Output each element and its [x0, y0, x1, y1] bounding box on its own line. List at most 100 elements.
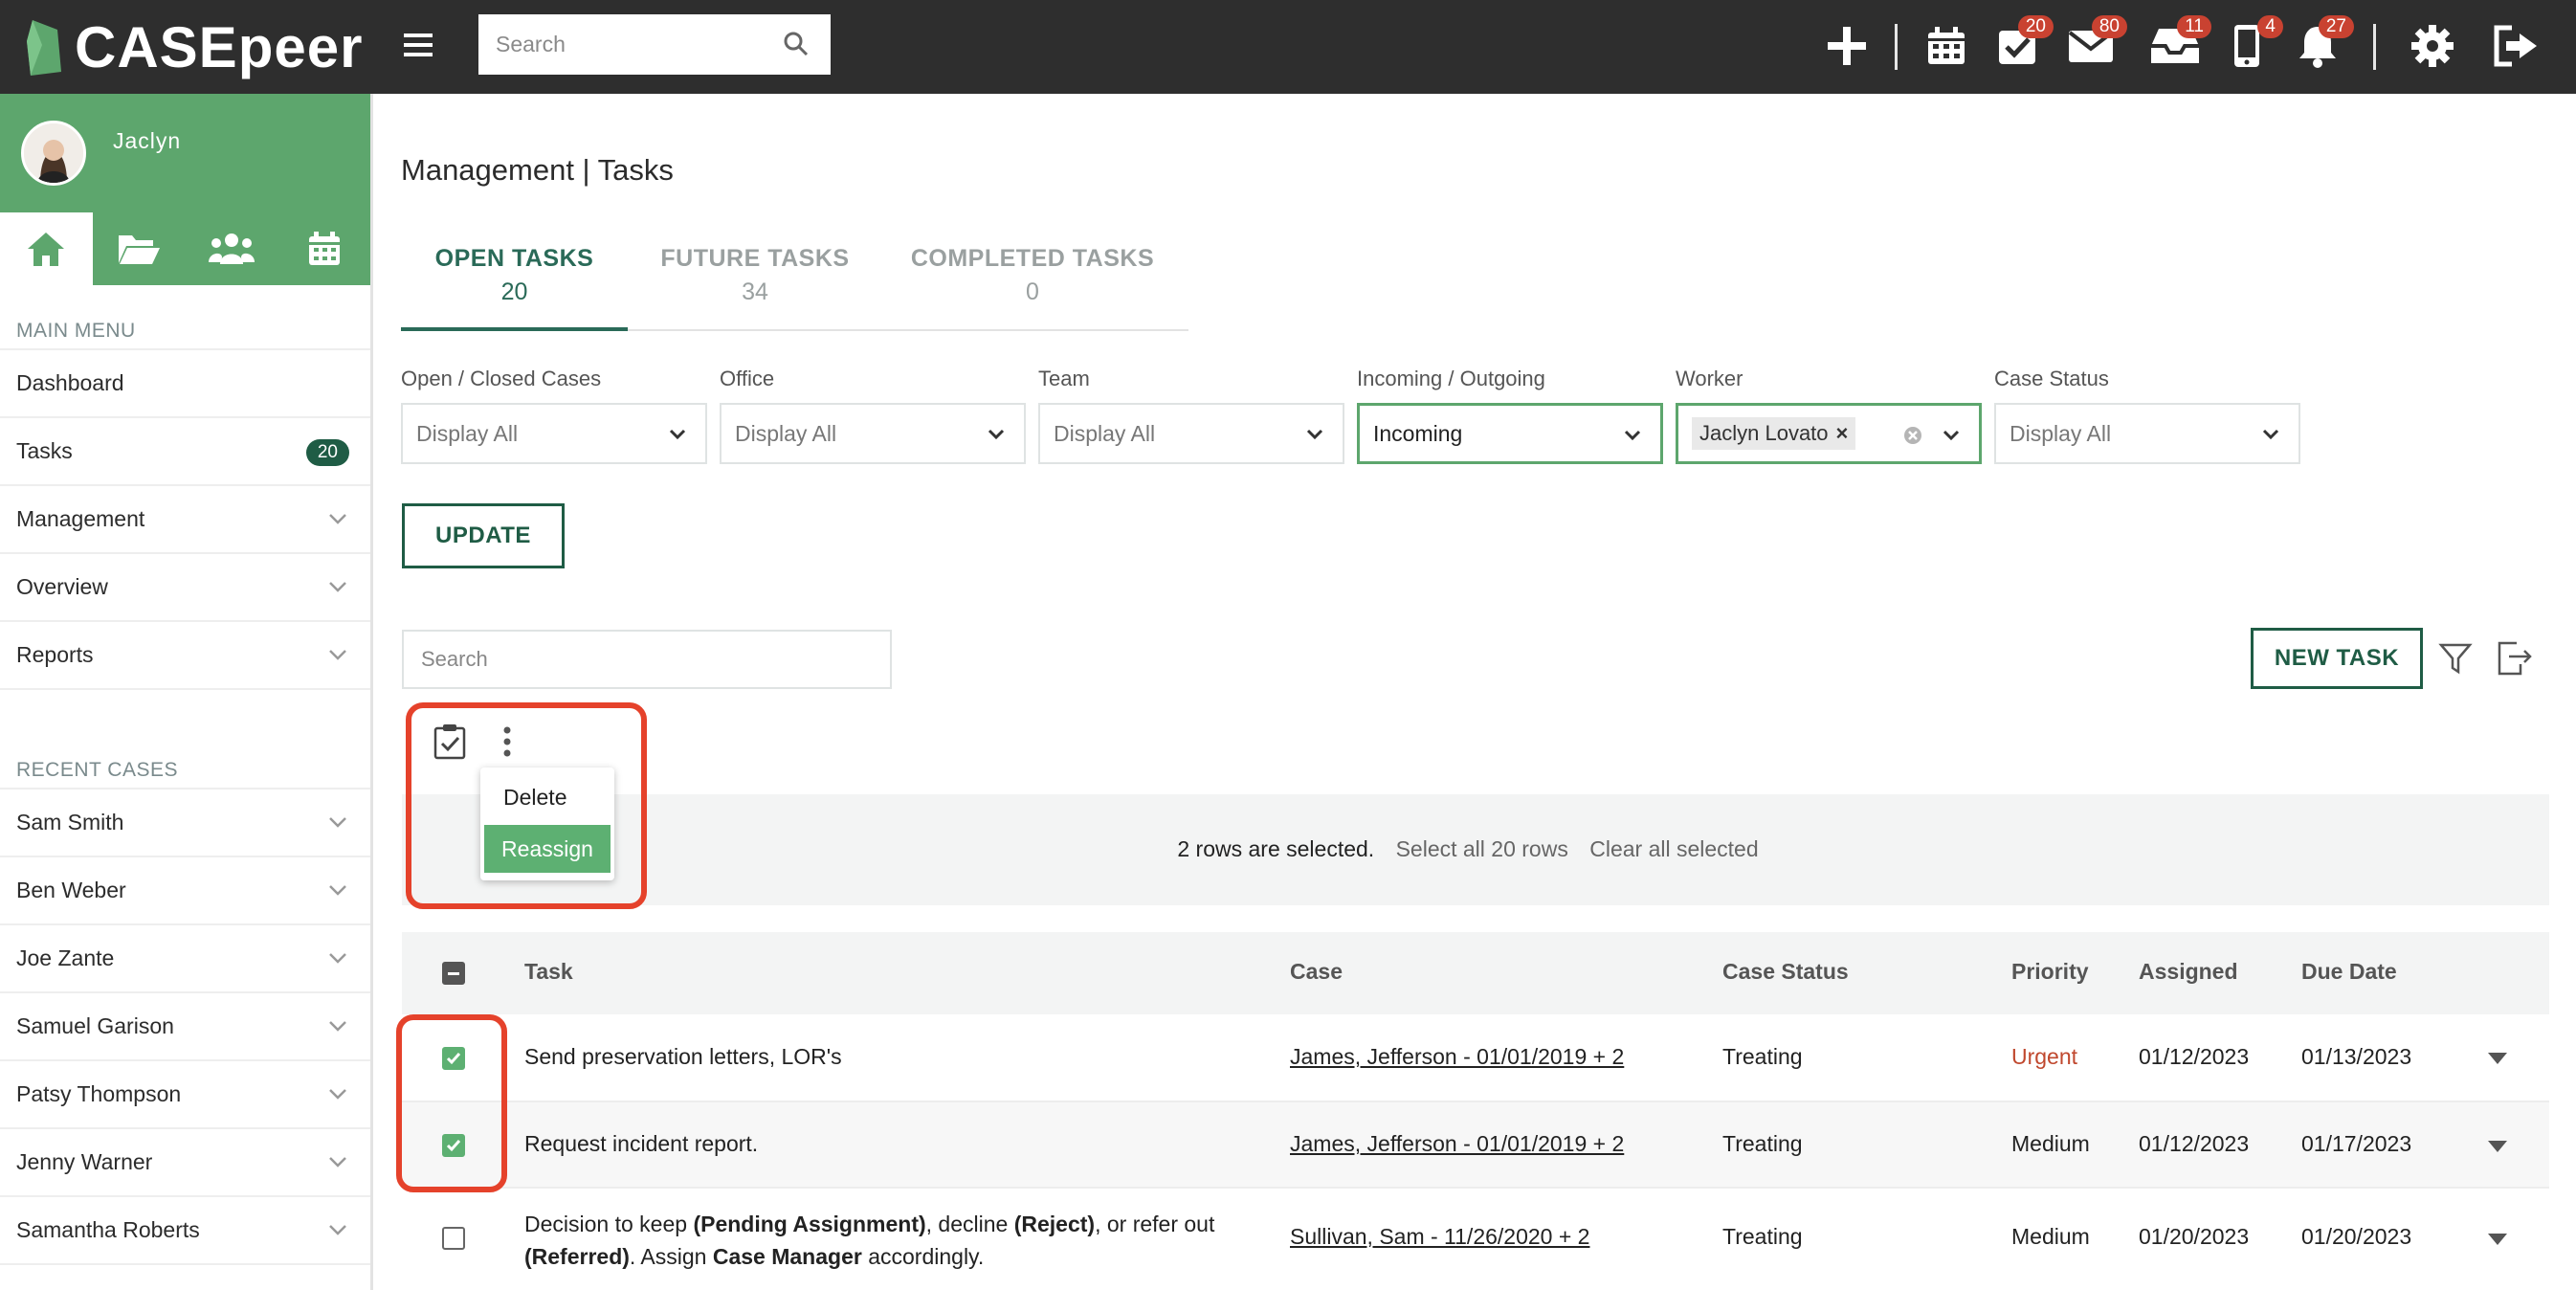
quick-nav-calendar[interactable]	[278, 212, 370, 285]
filter-label: Worker	[1676, 367, 1743, 390]
case-status: Treating	[1722, 1131, 1803, 1156]
export-icon[interactable]	[2496, 639, 2534, 678]
sidebar-item-dashboard[interactable]: Dashboard	[0, 350, 370, 418]
column-header-case[interactable]: Case	[1290, 959, 1343, 985]
select-all-checkbox[interactable]	[442, 962, 465, 985]
clear-all-selected-link[interactable]: Clear all selected	[1589, 836, 1758, 861]
avatar[interactable]	[21, 121, 86, 186]
table-search-input[interactable]	[404, 632, 890, 687]
sidebar-item-tasks[interactable]: Tasks 20	[0, 418, 370, 486]
worker-multiselect[interactable]: Jaclyn Lovato ×	[1676, 403, 1982, 464]
tasks-check-icon[interactable]: 20	[1988, 15, 2054, 75]
sidebar-item-overview[interactable]: Overview	[0, 554, 370, 622]
caret-down-icon[interactable]	[2488, 1141, 2507, 1152]
task-name[interactable]: Send preservation letters, LOR's	[524, 1044, 842, 1070]
filter-funnel-icon[interactable]	[2438, 641, 2473, 676]
filter-worker: Worker Jaclyn Lovato ×	[1676, 367, 1982, 464]
search-icon[interactable]	[783, 31, 810, 57]
filter-label: Open / Closed Cases	[401, 367, 602, 390]
recent-case-item[interactable]: Sam Smith	[0, 790, 370, 857]
caret-down-icon[interactable]	[2488, 1053, 2507, 1064]
tasks-count-badge: 20	[305, 439, 349, 466]
filter-open-closed-cases: Open / Closed Cases Display All	[401, 367, 707, 464]
recent-case-item[interactable]: Samuel Garison	[0, 993, 370, 1061]
chevron-down-icon	[329, 885, 346, 896]
clear-selection-icon[interactable]	[1902, 425, 1923, 446]
table-row[interactable]: Decision to keep (Pending Assignment), d…	[402, 1189, 2549, 1290]
phone-count-badge: 4	[2257, 15, 2283, 38]
tab-completed-tasks[interactable]: COMPLETED TASKS 0	[879, 222, 1186, 331]
open-closed-cases-select[interactable]: Display All	[401, 403, 707, 464]
user-profile[interactable]: Jaclyn	[0, 94, 370, 212]
column-header-priority[interactable]: Priority	[2011, 959, 2089, 985]
mail-count-badge: 80	[2091, 15, 2127, 38]
incoming-outgoing-select[interactable]: Incoming	[1357, 403, 1663, 464]
quick-nav-contacts[interactable]	[186, 212, 278, 285]
leaf-logo-icon	[27, 20, 61, 76]
tab-count: 20	[500, 278, 528, 305]
table-row[interactable]: Request incident report. James, Jefferso…	[402, 1102, 2549, 1189]
calendar-icon[interactable]	[1918, 17, 1975, 75]
chevron-down-icon	[988, 429, 1005, 440]
table-row[interactable]: Send preservation letters, LOR's James, …	[402, 1014, 2549, 1102]
case-link[interactable]: James, Jefferson - 01/01/2019 + 2	[1290, 1131, 1624, 1157]
due-date: 01/13/2023	[2301, 1044, 2412, 1069]
tab-open-tasks[interactable]: OPEN TASKS 20	[401, 222, 628, 331]
recent-case-item[interactable]: Jenny Warner	[0, 1129, 370, 1197]
quick-nav-cases[interactable]	[93, 212, 186, 285]
caret-down-icon[interactable]	[2488, 1234, 2507, 1245]
recent-case-label: Patsy Thompson	[16, 1081, 182, 1106]
update-button[interactable]: UPDATE	[402, 503, 565, 568]
team-select[interactable]: Display All	[1038, 403, 1344, 464]
bulk-actions-highlight	[406, 702, 647, 909]
recent-case-item[interactable]: Samantha Roberts	[0, 1197, 370, 1265]
chevron-down-icon	[329, 1021, 346, 1032]
mail-icon[interactable]: 80	[2062, 15, 2127, 75]
top-bar: CASEpeer 20 80 11 4 27	[0, 0, 2576, 94]
selection-count: 2 rows are selected.	[1177, 836, 1375, 861]
tab-future-tasks[interactable]: FUTURE TASKS 34	[640, 222, 870, 331]
filter-label: Case Status	[1994, 367, 2109, 390]
assigned-date: 01/12/2023	[2139, 1131, 2250, 1156]
column-header-task[interactable]: Task	[524, 959, 573, 985]
sidebar: Jaclyn MAIN MENU Dashboard Tasks 20 Mana…	[0, 94, 373, 1290]
row-checkbox[interactable]	[442, 1227, 465, 1250]
sidebar-item-management[interactable]: Management	[0, 486, 370, 554]
hamburger-menu-icon[interactable]	[402, 29, 434, 61]
mobile-phone-icon[interactable]: 4	[2218, 15, 2283, 75]
recent-case-item[interactable]: Joe Zante	[0, 925, 370, 993]
column-header-assigned[interactable]: Assigned	[2139, 959, 2238, 985]
case-link[interactable]: Sullivan, Sam - 11/26/2020 + 2	[1290, 1224, 1589, 1250]
task-name[interactable]: Decision to keep (Pending Assignment), d…	[524, 1208, 1232, 1273]
logout-icon[interactable]	[2488, 17, 2545, 75]
sidebar-item-label: Reports	[16, 642, 94, 667]
select-all-rows-link[interactable]: Select all 20 rows	[1396, 836, 1568, 861]
recent-case-item[interactable]: Patsy Thompson	[0, 1061, 370, 1129]
chevron-down-icon	[1943, 430, 1960, 441]
global-search-input[interactable]	[478, 14, 831, 75]
column-header-case-status[interactable]: Case Status	[1722, 959, 1849, 985]
select-value: Display All	[1054, 420, 1156, 446]
column-header-due-date[interactable]: Due Date	[2301, 959, 2397, 985]
new-task-button[interactable]: NEW TASK	[2251, 628, 2423, 689]
app-logo[interactable]: CASEpeer	[23, 10, 363, 84]
quick-nav-home[interactable]	[0, 212, 93, 285]
inbox-tray-icon[interactable]: 11	[2146, 15, 2211, 75]
sidebar-item-reports[interactable]: Reports	[0, 622, 370, 690]
task-text: , or refer out	[1095, 1212, 1215, 1236]
task-text: accordingly.	[861, 1244, 985, 1269]
recent-case-item[interactable]: Ben Weber	[0, 857, 370, 925]
chevron-down-icon	[329, 953, 346, 964]
chevron-down-icon	[329, 1089, 346, 1100]
chevron-down-icon	[329, 514, 346, 524]
notification-bell-icon[interactable]: 27	[2289, 15, 2354, 75]
settings-gear-icon[interactable]	[2404, 17, 2461, 75]
chevron-down-icon	[1624, 430, 1641, 441]
case-link[interactable]: James, Jefferson - 01/01/2019 + 2	[1290, 1044, 1624, 1070]
add-new-icon[interactable]	[1818, 17, 1876, 75]
case-status-select[interactable]: Display All	[1994, 403, 2300, 464]
office-select[interactable]: Display All	[720, 403, 1026, 464]
task-name[interactable]: Request incident report.	[524, 1131, 758, 1157]
recent-case-label: Jenny Warner	[16, 1149, 153, 1174]
remove-chip-icon[interactable]: ×	[1836, 421, 1849, 445]
